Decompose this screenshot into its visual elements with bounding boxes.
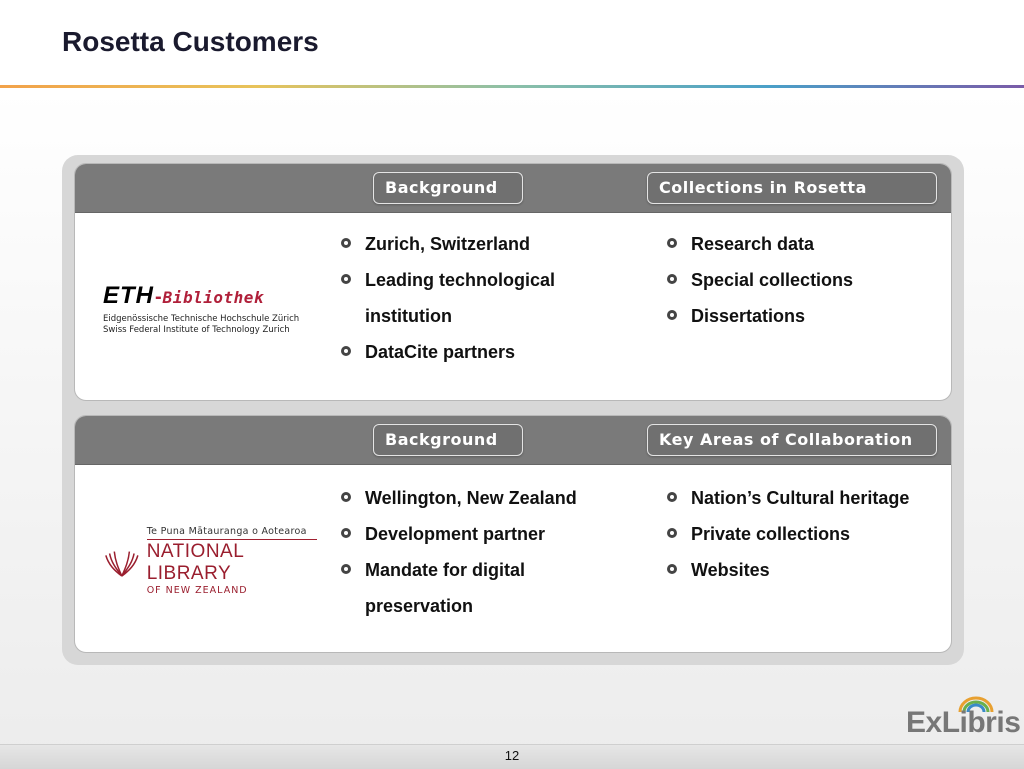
bullet-icon [341, 492, 351, 502]
title-divider [0, 85, 1024, 88]
exlibris-wordmark: ExLibris [906, 706, 1021, 739]
tab-collections-in-rosetta: Collections in Rosetta [647, 172, 937, 204]
fern-emblem-icon [105, 551, 139, 577]
list-item: Dissertations [665, 298, 935, 334]
bullet-icon [341, 528, 351, 538]
nlnz-maori-name: Te Puna Mātauranga o Aotearoa [146, 526, 307, 537]
bullet-icon [341, 238, 351, 248]
card-header: Background Key Areas of Collaboration [75, 416, 951, 465]
nlnz-logo-sub: OF NEW ZEALAND [146, 585, 248, 596]
bullet-icon [667, 274, 677, 284]
list-item: Development partner [339, 516, 609, 552]
collections-list: Research data Special collections Disser… [665, 226, 935, 334]
page-number: 12 [504, 748, 520, 763]
bullet-icon [667, 528, 677, 538]
list-item: Leading technological institution [339, 262, 599, 334]
eth-logo-mark: ETH [103, 282, 154, 309]
bullet-icon [667, 238, 677, 248]
bullet-icon [341, 346, 351, 356]
nlnz-logo-name: NATIONAL LIBRARY [146, 541, 244, 584]
list-item: DataCite partners [339, 334, 599, 370]
card-header: Background Collections in Rosetta [75, 164, 951, 213]
list-item: Mandate for digital preservation [339, 552, 609, 624]
tab-background: Background [373, 424, 523, 456]
page-title: Rosetta Customers [62, 26, 319, 57]
eth-logo-line1: Eidgenössische Technische Hochschule Zür… [103, 314, 300, 324]
national-library-nz-logo: Te Puna Mātauranga o Aotearoa NATIONAL L… [103, 476, 323, 646]
nlnz-logo-rule [146, 539, 317, 540]
tab-key-areas-of-collaboration: Key Areas of Collaboration [647, 424, 937, 456]
list-item: Special collections [665, 262, 935, 298]
exlibris-logo: ExLibris [906, 694, 1021, 739]
customers-panel: Background Collections in Rosetta ETH - Bi… [62, 155, 964, 665]
bullet-icon [667, 310, 677, 320]
eth-bibliothek-logo: ETH - Bibliothek Eidgenössische Technische… [103, 224, 323, 394]
list-item: Websites [665, 552, 945, 588]
bullet-icon [341, 274, 351, 284]
list-item: Wellington, New Zealand [339, 480, 609, 516]
bullet-icon [341, 564, 351, 574]
list-item: Private collections [665, 516, 945, 552]
list-item: Research data [665, 226, 935, 262]
background-list: Wellington, New Zealand Development part… [339, 480, 609, 624]
tab-background: Background [373, 172, 523, 204]
list-item: Nation’s Cultural heritage [665, 480, 945, 516]
customer-card-nlnz: Background Key Areas of Collaboration Te [74, 415, 952, 653]
background-list: Zurich, Switzerland Leading technologica… [339, 226, 599, 370]
list-item: Zurich, Switzerland [339, 226, 599, 262]
bullet-icon [667, 564, 677, 574]
customer-card-eth: Background Collections in Rosetta ETH - Bi… [74, 163, 952, 401]
bullet-icon [667, 492, 677, 502]
collaboration-list: Nation’s Cultural heritage Private colle… [665, 480, 945, 588]
eth-logo-line2: Swiss Federal Institute of Technology Zu… [103, 325, 290, 335]
eth-logo-name: Bibliothek [162, 288, 264, 307]
eth-logo-dash: - [155, 286, 162, 308]
